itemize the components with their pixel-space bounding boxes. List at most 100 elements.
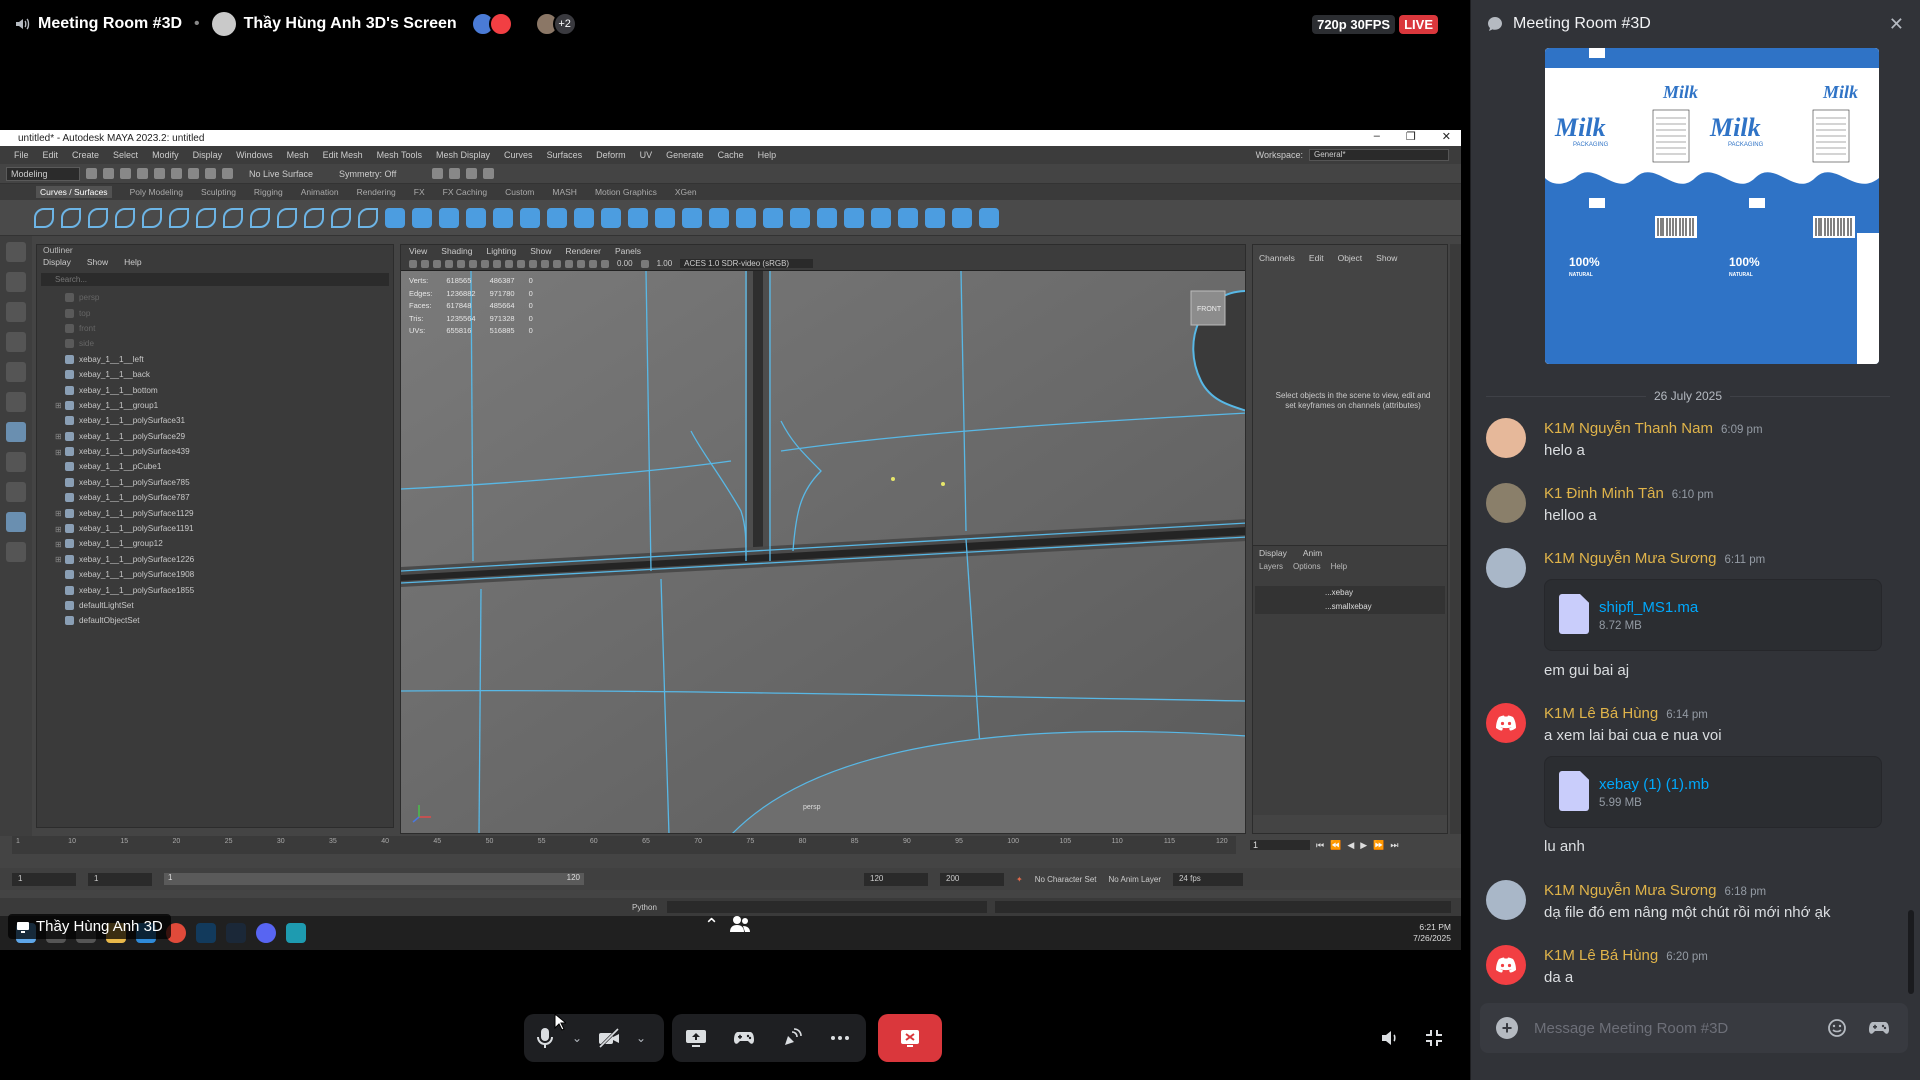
curve-tool-icon[interactable]: [223, 207, 243, 228]
menu-item[interactable]: UV: [640, 150, 653, 160]
surface-tool-icon[interactable]: [412, 207, 432, 228]
outliner-item[interactable]: defaultLightSet: [37, 598, 393, 613]
menu-item[interactable]: Create: [72, 150, 99, 160]
outliner-item[interactable]: defaultObjectSet: [37, 613, 393, 628]
steam-icon[interactable]: [226, 923, 246, 943]
expand-icon[interactable]: ⊞: [55, 539, 65, 549]
surface-tool-icon[interactable]: [385, 207, 405, 228]
layout-four-icon[interactable]: [6, 452, 26, 472]
outliner-item[interactable]: xebay_1__1__polySurface787: [37, 490, 393, 505]
ipr-render-icon[interactable]: [449, 168, 461, 179]
colorspace-select[interactable]: ACES 1.0 SDR-video (sRGB): [680, 259, 814, 268]
surface-tool-icon[interactable]: [574, 207, 594, 228]
viewport-menu-item[interactable]: Renderer: [566, 246, 601, 256]
avatar[interactable]: [1486, 548, 1526, 588]
menu-item[interactable]: Mesh: [287, 150, 309, 160]
people-icon[interactable]: [729, 915, 751, 938]
outliner-item[interactable]: front: [37, 321, 393, 336]
outliner-item[interactable]: ⊞ xebay_1__1__polySurface1226: [37, 552, 393, 567]
outliner-item[interactable]: ⊞ xebay_1__1__polySurface1129: [37, 505, 393, 520]
curve-tool-icon[interactable]: [250, 207, 270, 228]
menu-item[interactable]: Surfaces: [547, 150, 583, 160]
resolution-gate-icon[interactable]: [481, 259, 489, 268]
shelf-tab[interactable]: Motion Graphics: [595, 187, 657, 197]
surface-tool-icon[interactable]: [817, 207, 837, 228]
curve-tool-icon[interactable]: [196, 207, 216, 228]
more-button[interactable]: [816, 1014, 864, 1062]
play-back-icon[interactable]: ◀: [1347, 840, 1354, 851]
image-plane-icon[interactable]: [445, 259, 453, 268]
camera-options-chevron-icon[interactable]: ⌄: [630, 1031, 652, 1045]
surface-tool-icon[interactable]: [763, 207, 783, 228]
workspace-select[interactable]: General*: [1309, 149, 1449, 161]
channel-menu-item[interactable]: Object: [1338, 253, 1363, 263]
select-tool-icon[interactable]: [6, 242, 26, 262]
snap-point-icon[interactable]: [222, 168, 233, 179]
current-frame-field[interactable]: 1: [1250, 840, 1310, 850]
shadows-icon[interactable]: [565, 259, 573, 268]
shelf-tab[interactable]: Poly Modeling: [130, 187, 183, 197]
viewport-menu-item[interactable]: Panels: [615, 246, 641, 256]
go-end-icon[interactable]: ⏭: [1390, 840, 1398, 851]
activities-button[interactable]: [720, 1014, 768, 1062]
curve-tool-icon[interactable]: [115, 207, 135, 228]
layer-item[interactable]: ...xebay: [1255, 586, 1445, 600]
outliner-item[interactable]: side: [37, 336, 393, 351]
surface-tool-icon[interactable]: [709, 207, 729, 228]
curve-tool-icon[interactable]: [142, 207, 162, 228]
outliner-item[interactable]: xebay_1__1__left: [37, 352, 393, 367]
shelf-tab[interactable]: Sculpting: [201, 187, 236, 197]
menu-item[interactable]: Mesh Tools: [377, 150, 422, 160]
viewport-menu-item[interactable]: View: [409, 246, 427, 256]
playback-start-field[interactable]: 1: [88, 872, 152, 886]
discord-icon[interactable]: [256, 923, 276, 943]
surface-tool-icon[interactable]: [601, 207, 621, 228]
menu-item[interactable]: Help: [758, 150, 777, 160]
outliner-item[interactable]: ⊞ xebay_1__1__polySurface29: [37, 429, 393, 444]
new-scene-icon[interactable]: [86, 168, 97, 179]
exit-fullscreen-button[interactable]: [1418, 1022, 1450, 1054]
message-input[interactable]: [1534, 1019, 1824, 1037]
bookmark-icon[interactable]: [433, 259, 441, 268]
command-language[interactable]: Python: [632, 903, 657, 912]
surface-tool-icon[interactable]: [979, 207, 999, 228]
surface-tool-icon[interactable]: [952, 207, 972, 228]
expand-icon[interactable]: ⊞: [55, 431, 65, 441]
surface-tool-icon[interactable]: [655, 207, 675, 228]
curve-tool-icon[interactable]: [61, 207, 81, 228]
time-slider[interactable]: 1 10 15 20 25 30 35 40 45 50 55 60 65 70 75 80 85 90 95 100…: [12, 836, 1236, 854]
viewport-menu-item[interactable]: Shading: [441, 246, 472, 256]
author-name[interactable]: K1 Đinh Minh Tân: [1544, 485, 1664, 502]
menu-item[interactable]: File: [14, 150, 29, 160]
volume-button[interactable]: [1374, 1022, 1406, 1054]
emoji-sticker-button[interactable]: [1824, 1018, 1850, 1038]
outliner-item[interactable]: ⊞ xebay_1__1__polySurface1191: [37, 521, 393, 536]
menu-item[interactable]: Curves: [504, 150, 533, 160]
character-set-select[interactable]: No Character Set: [1035, 875, 1097, 884]
curve-tool-icon[interactable]: [34, 207, 54, 228]
surface-tool-icon[interactable]: [925, 207, 945, 228]
save-scene-icon[interactable]: [120, 168, 131, 179]
chevron-up-icon[interactable]: ⌃: [704, 915, 719, 938]
lightroom-icon[interactable]: [196, 923, 216, 943]
curve-tool-icon[interactable]: [169, 207, 189, 228]
menu-item[interactable]: Windows: [236, 150, 273, 160]
lights-icon[interactable]: [553, 259, 561, 268]
menu-item[interactable]: Deform: [596, 150, 626, 160]
redo-icon[interactable]: [154, 168, 165, 179]
gamma-icon[interactable]: [640, 259, 649, 268]
go-start-icon[interactable]: ⏮: [1316, 840, 1324, 851]
outliner-search[interactable]: Search...: [41, 273, 389, 286]
menu-item[interactable]: Cache: [718, 150, 744, 160]
play-icon[interactable]: ▶: [1360, 840, 1367, 851]
surface-tool-icon[interactable]: [736, 207, 756, 228]
gamma-value[interactable]: 1.00: [657, 259, 673, 268]
channel-menu-item[interactable]: Edit: [1309, 253, 1324, 263]
chat-scrollbar[interactable]: [1908, 910, 1914, 994]
surface-tool-icon[interactable]: [628, 207, 648, 228]
end-frame-field[interactable]: 200: [940, 872, 1004, 886]
render-settings-icon[interactable]: [466, 168, 478, 179]
shelf-tab[interactable]: Animation: [301, 187, 339, 197]
expand-icon[interactable]: ⊞: [55, 508, 65, 518]
channel-menu-item[interactable]: Show: [1376, 253, 1397, 263]
